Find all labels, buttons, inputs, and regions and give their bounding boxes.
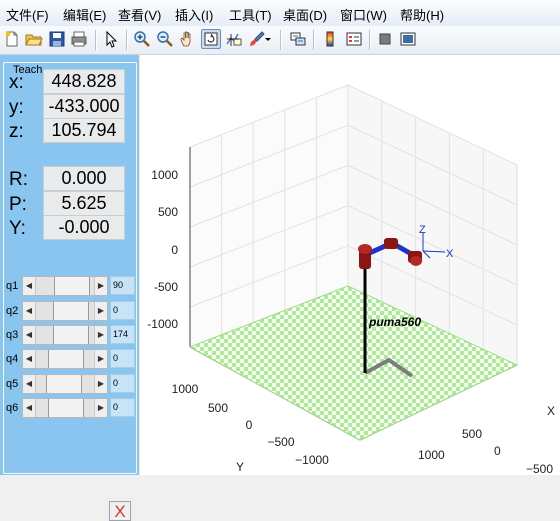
x-value: 448.828 (43, 69, 125, 94)
x-axis-label: X (547, 404, 555, 418)
z-tick-label: -500 (154, 280, 178, 294)
slider-right-arrow-icon[interactable]: ▶ (94, 326, 107, 344)
x-tick-label: 0 (494, 444, 501, 458)
joint-q2-label: q2 (6, 305, 19, 317)
y-tick-label: 500 (208, 401, 228, 415)
joint-q4-slider[interactable]: ◀ ▶ (22, 349, 108, 369)
menu-view[interactable]: 查看(V) (118, 5, 161, 24)
slider-left-arrow-icon[interactable]: ◀ (23, 350, 36, 368)
zoom-in-icon[interactable] (132, 29, 152, 49)
slider-left-arrow-icon[interactable]: ◀ (23, 375, 36, 393)
slider-right-arrow-icon[interactable]: ▶ (94, 350, 107, 368)
frame-x-label: X (446, 248, 454, 260)
joint-q3-value[interactable]: 174 (110, 325, 135, 344)
joint-q5-label: q5 (6, 378, 19, 390)
y-value: -433.000 (43, 94, 125, 119)
pitch-label: P: (9, 194, 27, 215)
robot-figure[interactable]: 1000 500 0 -500 -1000 1000 500 0 −500 −1000 1000 50… (140, 55, 560, 490)
x-label: x: (9, 72, 24, 93)
menu-bar: 文件(F) 编辑(E) 查看(V) 插入(I) 工具(T) 桌面(D) 窗口(W… (0, 0, 560, 27)
pitch-value: 5.625 (43, 191, 125, 216)
x-tick-label: 500 (462, 427, 482, 441)
slider-right-arrow-icon[interactable]: ▶ (94, 375, 107, 393)
z-tick-label: -1000 (147, 317, 178, 331)
joint-q3-slider[interactable]: ◀ ▶ (22, 325, 108, 345)
slider-left-arrow-icon[interactable]: ◀ (23, 302, 36, 320)
open-file-icon[interactable] (24, 29, 44, 49)
slider-right-arrow-icon[interactable]: ▶ (94, 302, 107, 320)
y-axis-label: Y (236, 460, 244, 474)
colorbar-icon[interactable] (320, 29, 340, 49)
menu-window[interactable]: 窗口(W) (340, 5, 387, 24)
joint-q1-label: q1 (6, 280, 19, 292)
menu-help[interactable]: 帮助(H) (400, 5, 444, 24)
close-button[interactable]: X (109, 501, 131, 521)
x-tick-label: −500 (526, 462, 553, 475)
print-icon[interactable] (69, 29, 89, 49)
joint-q6-value[interactable]: 0 (110, 398, 135, 417)
data-cursor-icon[interactable] (224, 29, 244, 49)
joint-q2-value[interactable]: 0 (110, 301, 135, 320)
frame-z-label: Z (419, 224, 426, 236)
joint-q4-label: q4 (6, 353, 19, 365)
slider-right-arrow-icon[interactable]: ▶ (94, 277, 107, 295)
slider-thumb[interactable] (53, 302, 89, 320)
menu-edit[interactable]: 编辑(E) (63, 5, 106, 24)
figure-toolbar (0, 26, 560, 55)
teach-panel: Teach x: 448.828 y: -433.000 z: 105.794 … (0, 55, 139, 521)
y-tick-label: 0 (246, 418, 253, 432)
z-value: 105.794 (43, 118, 125, 143)
joint-q2-slider[interactable]: ◀ ▶ (22, 301, 108, 321)
y-tick-label: −1000 (295, 453, 329, 467)
slider-thumb[interactable] (47, 399, 84, 417)
legend-icon[interactable] (344, 29, 364, 49)
joint-q1-value[interactable]: 90 (110, 276, 135, 295)
slider-thumb[interactable] (53, 326, 89, 344)
rotate-3d-icon[interactable] (201, 29, 221, 49)
z-label: z: (9, 121, 24, 142)
new-figure-icon[interactable] (2, 29, 22, 49)
pointer-icon[interactable] (101, 29, 121, 49)
menu-insert[interactable]: 插入(I) (175, 5, 213, 24)
z-tick-label: 1000 (151, 168, 178, 182)
pan-hand-icon[interactable] (178, 29, 198, 49)
zoom-out-icon[interactable] (155, 29, 175, 49)
slider-left-arrow-icon[interactable]: ◀ (23, 277, 36, 295)
robot-plot-axes[interactable]: 10005000-500-100010005000−500−1000 100050… (140, 55, 560, 490)
joint-q5-value[interactable]: 0 (110, 374, 135, 393)
roll-value: 0.000 (43, 166, 125, 191)
menu-tools[interactable]: 工具(T) (229, 5, 272, 24)
slider-left-arrow-icon[interactable]: ◀ (23, 326, 36, 344)
joint-q6-label: q6 (6, 402, 19, 414)
robot-name-label: puma560 (368, 315, 421, 329)
slider-left-arrow-icon[interactable]: ◀ (23, 399, 36, 417)
x-tick-label: 1000 (418, 448, 445, 462)
roll-label: R: (9, 169, 28, 190)
menu-desktop[interactable]: 桌面(D) (283, 5, 327, 24)
y-tick-label: −500 (267, 435, 294, 449)
show-plot-tools-icon[interactable] (398, 29, 418, 49)
hide-plot-tools-icon[interactable] (375, 29, 395, 49)
z-tick-label: 500 (158, 205, 178, 219)
save-icon[interactable] (47, 29, 67, 49)
y-label: y: (9, 97, 24, 118)
joint-q5-slider[interactable]: ◀ ▶ (22, 374, 108, 394)
joint-q3-label: q3 (6, 329, 19, 341)
slider-thumb[interactable] (53, 277, 90, 295)
menu-file[interactable]: 文件(F) (6, 5, 49, 24)
z-tick-label: 0 (171, 243, 178, 257)
yaw-label: Y: (9, 218, 26, 239)
slider-thumb[interactable] (45, 375, 82, 393)
joint-q1-slider[interactable]: ◀ ▶ (22, 276, 108, 296)
y-tick-label: 1000 (172, 382, 199, 396)
joint-q6-slider[interactable]: ◀ ▶ (22, 398, 108, 418)
slider-right-arrow-icon[interactable]: ▶ (94, 399, 107, 417)
link-plot-icon[interactable] (288, 29, 308, 49)
brush-dropdown-icon[interactable] (263, 29, 273, 49)
yaw-value: -0.000 (43, 215, 125, 240)
joint-q4-value[interactable]: 0 (110, 349, 135, 368)
slider-thumb[interactable] (47, 350, 84, 368)
